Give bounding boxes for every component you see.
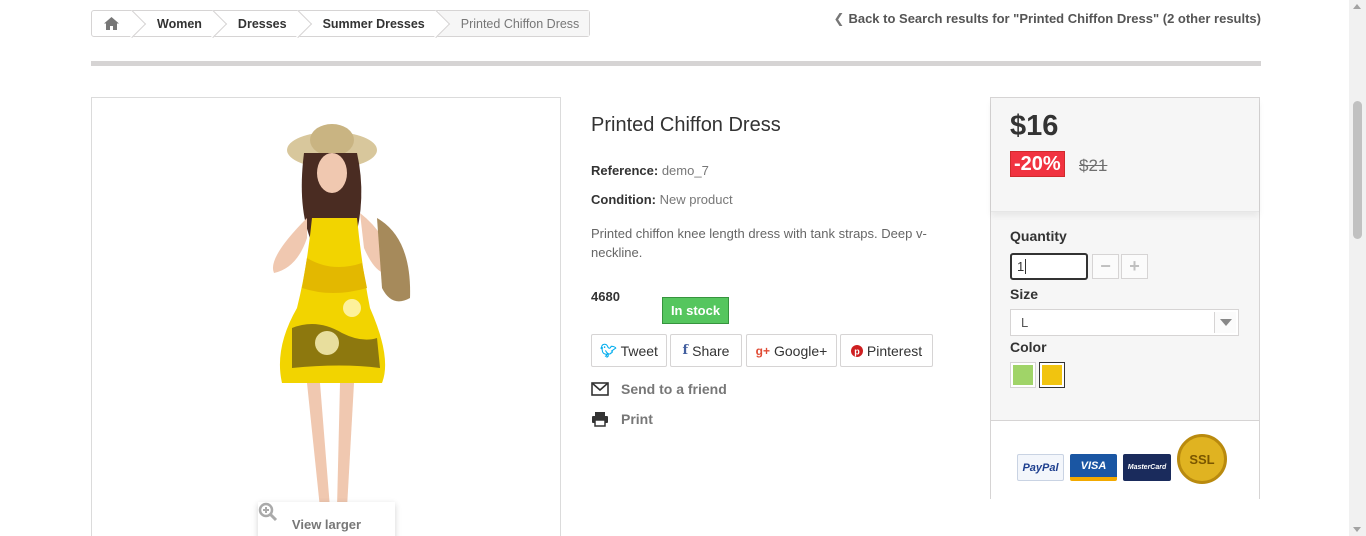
send-to-friend-link[interactable]: Send to a friend — [591, 381, 727, 397]
chevron-down-icon — [1214, 312, 1236, 333]
product-description: Printed chiffon knee length dress with t… — [591, 226, 927, 260]
discount-badge: -20% — [1010, 151, 1065, 177]
buy-box: $16 -20% $21 Quantity 1 − + Size L Color… — [990, 97, 1260, 499]
breadcrumb-current: Printed Chiffon Dress — [438, 11, 590, 36]
breadcrumb-home[interactable] — [92, 11, 135, 36]
pinterest-button[interactable]: p Pinterest — [840, 334, 933, 367]
visa-logo: VISA — [1070, 454, 1117, 481]
twitter-icon: 🐦︎ — [600, 342, 617, 358]
scrollbar-thumb[interactable] — [1353, 101, 1362, 239]
share-button[interactable]: f Share — [670, 334, 742, 367]
vertical-scrollbar[interactable] — [1349, 0, 1366, 536]
envelope-icon — [591, 382, 609, 396]
svg-text:p: p — [854, 346, 860, 356]
quantity-decrease-button[interactable]: − — [1092, 254, 1119, 279]
color-label: Color — [1010, 339, 1047, 355]
quantity-label: Quantity — [1010, 228, 1067, 244]
plus-icon: + — [1129, 256, 1140, 276]
breadcrumb-women[interactable]: Women — [135, 11, 216, 36]
price-area: $16 -20% $21 — [991, 98, 1259, 212]
view-larger-button[interactable]: View larger — [258, 502, 395, 536]
zoom-in-icon — [258, 502, 278, 522]
tweet-button[interactable]: 🐦︎ Tweet — [591, 334, 667, 367]
color-swatch-yellow[interactable] — [1039, 362, 1065, 388]
home-icon — [104, 17, 119, 30]
breadcrumb-dresses[interactable]: Dresses — [216, 11, 301, 36]
breadcrumb-summer-dresses[interactable]: Summer Dresses — [301, 11, 439, 36]
facebook-icon: f — [682, 343, 689, 358]
pinterest-icon: p — [850, 344, 863, 357]
size-label: Size — [1010, 286, 1039, 302]
product-title: Printed Chiffon Dress — [591, 114, 781, 136]
scroll-up-icon[interactable] — [1353, 4, 1361, 9]
back-to-search-link[interactable]: ❮ Back to Search results for "Printed Chi… — [834, 11, 1261, 27]
mastercard-logo: MasterCard — [1123, 454, 1171, 481]
quantity-input[interactable]: 1 — [1010, 253, 1088, 280]
current-price: $16 — [1010, 110, 1059, 142]
ssl-seal: SSL — [1177, 434, 1227, 484]
chevron-left-icon: ❮ — [833, 11, 845, 26]
printer-icon — [592, 412, 608, 427]
product-image-container[interactable]: View larger — [91, 97, 561, 536]
quantity-increase-button[interactable]: + — [1121, 254, 1148, 279]
scroll-down-icon[interactable] — [1353, 527, 1361, 532]
old-price: $21 — [1079, 156, 1108, 175]
minus-icon: − — [1100, 256, 1111, 276]
quantity-available: 4680 — [591, 289, 620, 304]
product-image — [272, 124, 411, 515]
stock-status-badge: In stock — [662, 297, 729, 324]
color-swatch-green[interactable] — [1010, 362, 1036, 388]
payment-logos: PayPal VISA MasterCard SSL — [991, 420, 1259, 499]
google-plus-button[interactable]: g+ Google+ — [746, 334, 837, 367]
divider — [91, 61, 1261, 66]
size-select[interactable]: L — [1010, 309, 1239, 336]
print-link[interactable]: Print — [591, 411, 653, 427]
product-reference: Reference: demo_7 — [591, 163, 709, 178]
breadcrumb: Women Dresses Summer Dresses Printed Chi… — [91, 10, 591, 37]
google-plus-icon: g+ — [755, 343, 770, 358]
paypal-logo: PayPal — [1017, 454, 1064, 481]
product-condition: Condition: New product — [591, 192, 733, 207]
